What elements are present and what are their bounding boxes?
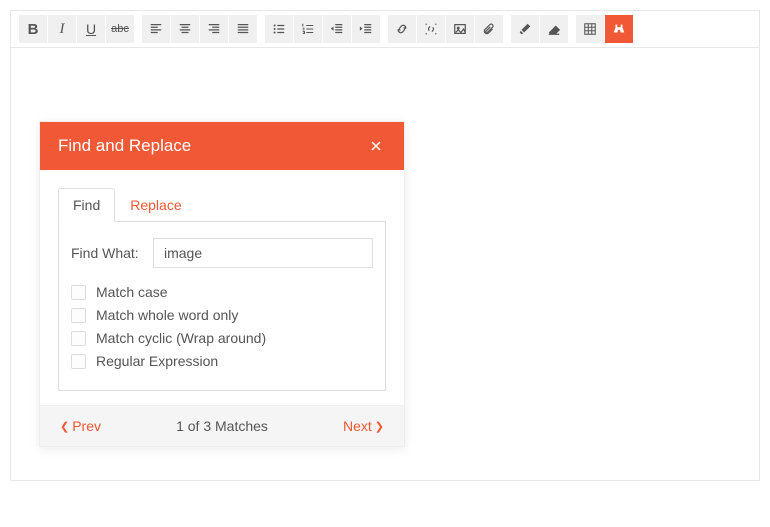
match-case-checkbox[interactable] <box>71 285 86 300</box>
prev-label: Prev <box>72 418 101 434</box>
align-left-button[interactable] <box>142 15 170 43</box>
whole-word-row[interactable]: Match whole word only <box>71 307 373 323</box>
underline-button[interactable]: U <box>77 15 105 43</box>
indent-button[interactable] <box>352 15 380 43</box>
strike-label: abc <box>111 23 129 35</box>
find-replace-button[interactable] <box>605 15 633 43</box>
table-button[interactable] <box>576 15 604 43</box>
whole-word-checkbox[interactable] <box>71 308 86 323</box>
binoculars-icon <box>612 22 626 36</box>
match-case-row[interactable]: Match case <box>71 284 373 300</box>
clear-format-button[interactable] <box>540 15 568 43</box>
list-group <box>265 15 380 43</box>
match-counter: 1 of 3 Matches <box>176 418 268 434</box>
dialog-footer: ❮ Prev 1 of 3 Matches Next ❯ <box>40 405 404 446</box>
table-icon <box>583 22 597 36</box>
bold-button[interactable]: B <box>19 15 47 43</box>
next-label: Next <box>343 418 372 434</box>
match-case-label: Match case <box>96 284 168 300</box>
unlink-button[interactable] <box>417 15 445 43</box>
tab-find[interactable]: Find <box>58 188 115 222</box>
outdent-icon <box>330 22 344 36</box>
bold-label: B <box>28 21 39 38</box>
editor-container: B I U abc <box>10 10 760 481</box>
alignment-group <box>142 15 257 43</box>
align-right-button[interactable] <box>200 15 228 43</box>
wrap-label: Match cyclic (Wrap around) <box>96 330 266 346</box>
close-icon <box>371 141 381 151</box>
find-tab-pane: Find What: Match case Match whole word o… <box>58 221 386 391</box>
find-what-row: Find What: <box>71 238 373 268</box>
chevron-left-icon: ❮ <box>60 420 69 433</box>
regex-row[interactable]: Regular Expression <box>71 353 373 369</box>
toolbar: B I U abc <box>11 11 759 48</box>
font-style-group: B I U abc <box>19 15 134 43</box>
dialog-body: Find Replace Find What: Match case Match… <box>40 170 404 391</box>
image-icon <box>453 22 467 36</box>
unordered-list-button[interactable] <box>265 15 293 43</box>
paperclip-icon <box>482 22 496 36</box>
dialog-tabstrip: Find Replace <box>58 188 386 222</box>
prev-button[interactable]: ❮ Prev <box>60 418 101 434</box>
chevron-right-icon: ❯ <box>375 420 384 433</box>
brush-icon <box>518 22 532 36</box>
ordered-list-button[interactable] <box>294 15 322 43</box>
align-right-icon <box>207 22 221 36</box>
unordered-list-icon <box>272 22 286 36</box>
align-center-button[interactable] <box>171 15 199 43</box>
insert-group <box>388 15 503 43</box>
link-icon <box>395 22 409 36</box>
find-what-input[interactable] <box>153 238 373 268</box>
tab-replace[interactable]: Replace <box>115 188 196 222</box>
link-button[interactable] <box>388 15 416 43</box>
align-left-icon <box>149 22 163 36</box>
dialog-title-text: Find and Replace <box>58 136 191 156</box>
dialog-close-button[interactable] <box>366 138 386 154</box>
wrap-row[interactable]: Match cyclic (Wrap around) <box>71 330 373 346</box>
outdent-button[interactable] <box>323 15 351 43</box>
regex-label: Regular Expression <box>96 353 218 369</box>
align-justify-button[interactable] <box>229 15 257 43</box>
image-button[interactable] <box>446 15 474 43</box>
italic-button[interactable]: I <box>48 15 76 43</box>
wrap-checkbox[interactable] <box>71 331 86 346</box>
eraser-icon <box>547 22 561 36</box>
ordered-list-icon <box>301 22 315 36</box>
find-what-label: Find What: <box>71 245 153 261</box>
dialog-titlebar[interactable]: Find and Replace <box>40 122 404 170</box>
format-group <box>511 15 568 43</box>
underline-label: U <box>86 21 96 37</box>
unlink-icon <box>424 22 438 36</box>
regex-checkbox[interactable] <box>71 354 86 369</box>
find-replace-dialog: Find and Replace Find Replace Find What:… <box>39 121 405 447</box>
indent-icon <box>359 22 373 36</box>
align-center-icon <box>178 22 192 36</box>
table-group <box>576 15 633 43</box>
italic-label: I <box>60 21 65 38</box>
align-justify-icon <box>236 22 250 36</box>
attachment-button[interactable] <box>475 15 503 43</box>
format-painter-button[interactable] <box>511 15 539 43</box>
strike-button[interactable]: abc <box>106 15 134 43</box>
whole-word-label: Match whole word only <box>96 307 238 323</box>
next-button[interactable]: Next ❯ <box>343 418 384 434</box>
